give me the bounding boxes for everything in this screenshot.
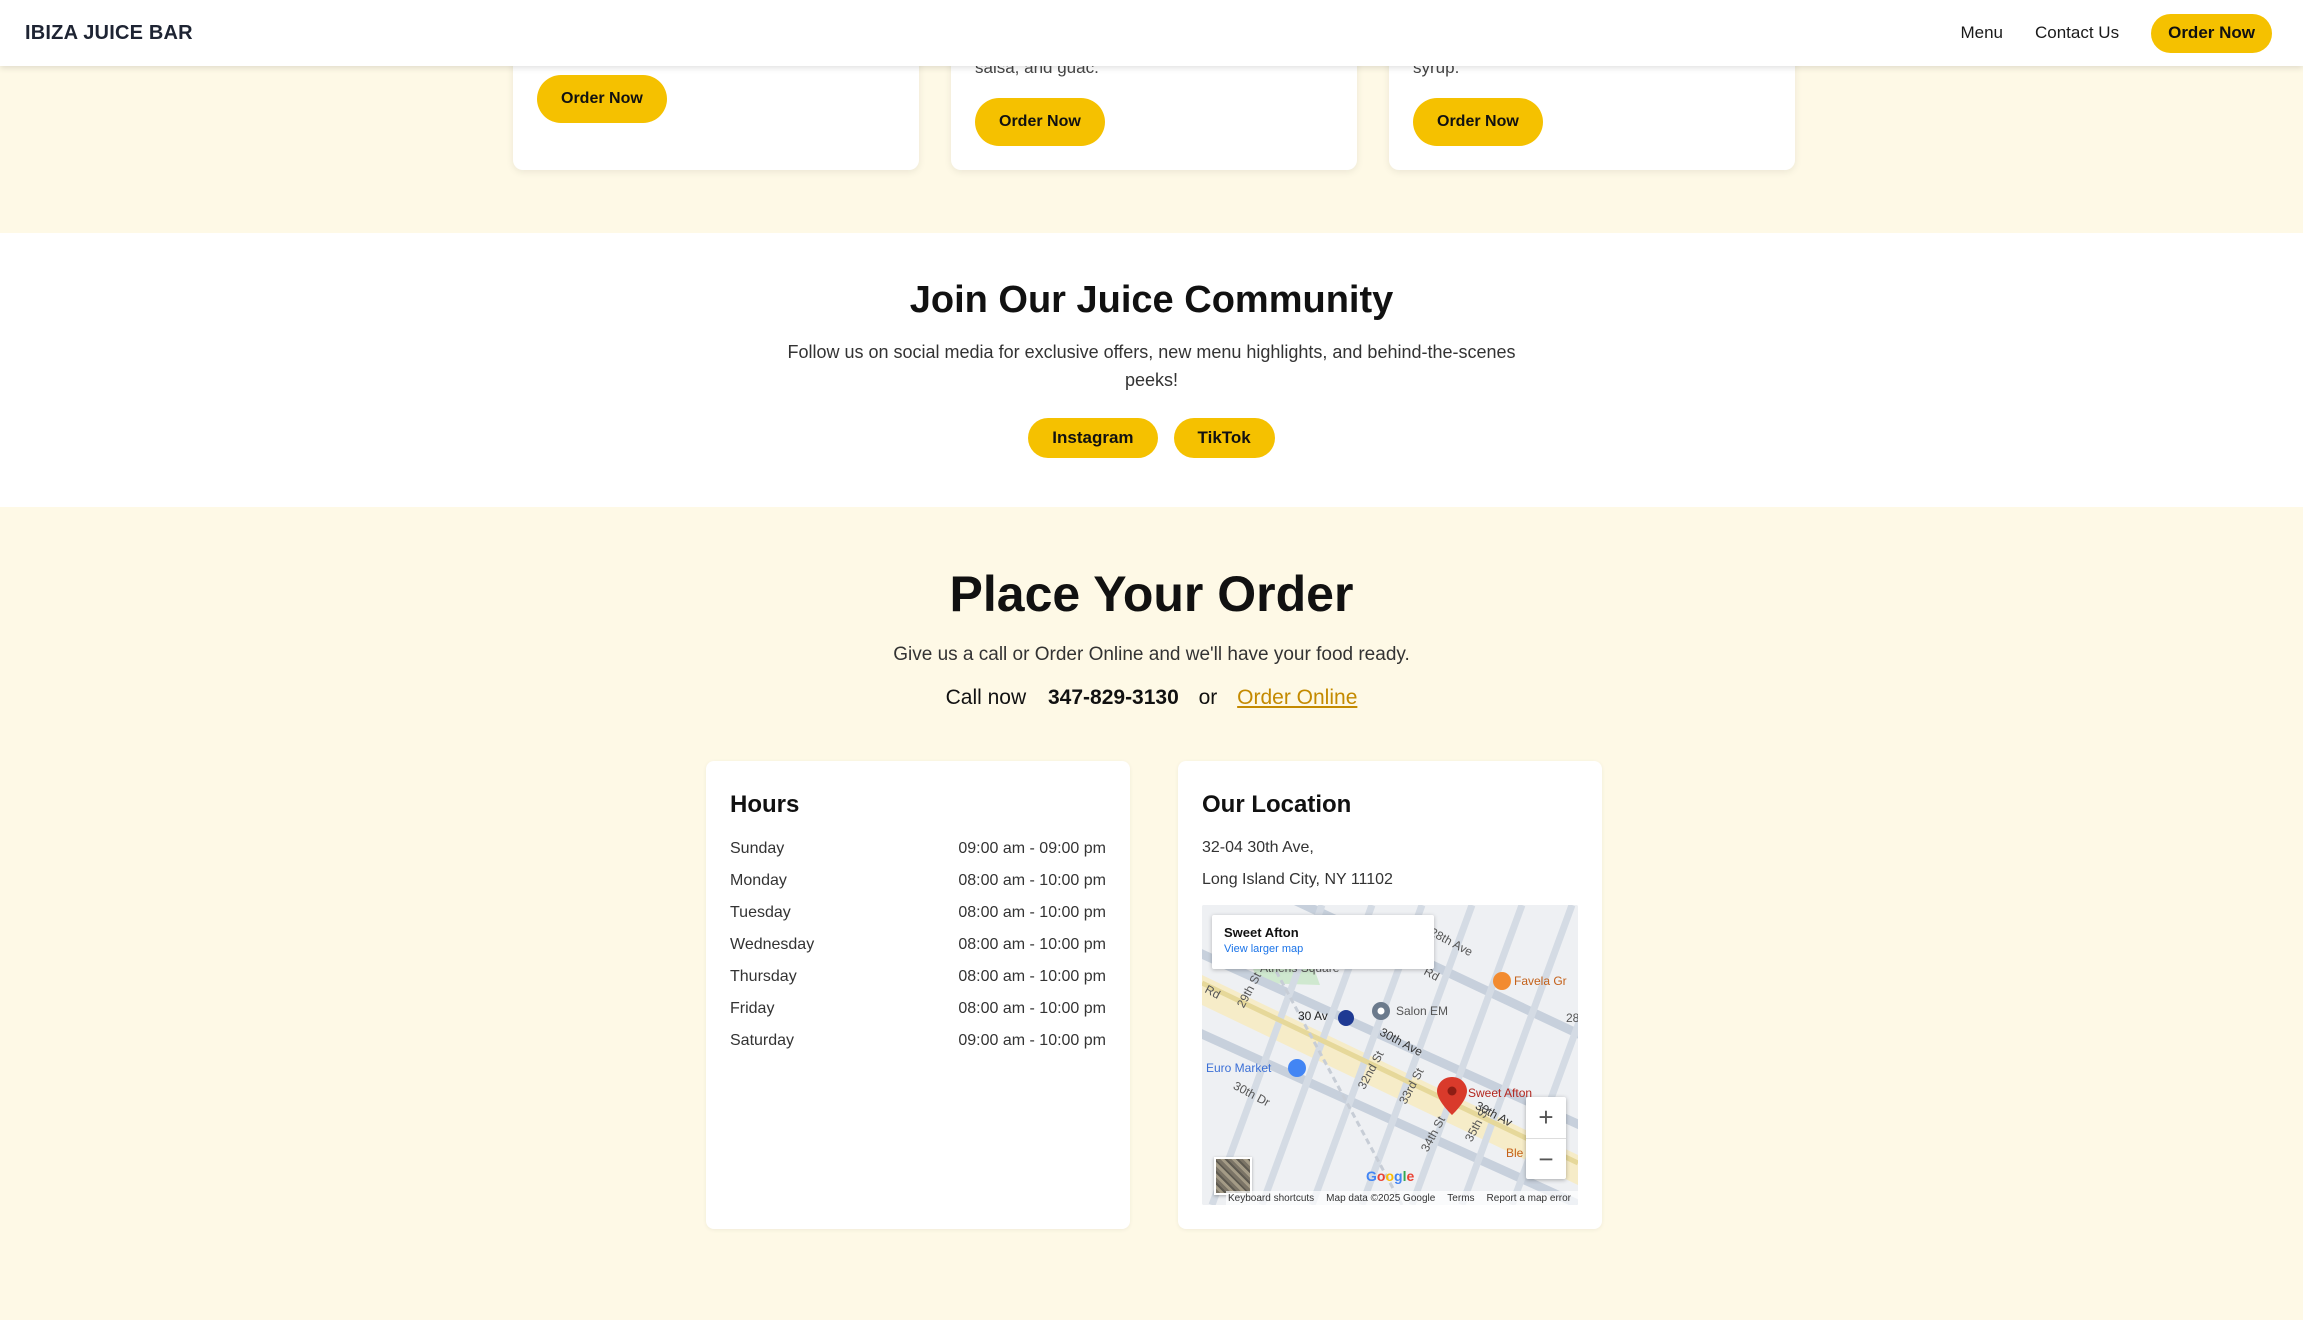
order-subtitle: Give us a call or Order Online and we'll… xyxy=(893,644,1410,665)
hours-row: Thursday 08:00 am - 10:00 pm xyxy=(730,968,1106,1000)
hours-row: Monday 08:00 am - 10:00 pm xyxy=(730,872,1106,904)
map-place-name: Sweet Afton xyxy=(1224,925,1299,940)
zoom-in-button[interactable]: + xyxy=(1526,1097,1566,1138)
view-larger-map-link[interactable]: View larger map xyxy=(1224,943,1422,955)
terms-link[interactable]: Terms xyxy=(1447,1193,1474,1204)
hours-list: Sunday 09:00 am - 09:00 pm Monday 08:00 am… xyxy=(730,840,1106,1064)
hours-time: 09:00 am - 09:00 pm xyxy=(958,840,1106,857)
order-title: Place Your Order xyxy=(949,566,1354,622)
map-zoom-controls: + − xyxy=(1526,1097,1566,1179)
satellite-toggle[interactable] xyxy=(1214,1157,1252,1195)
hours-row: Wednesday 08:00 am - 10:00 pm xyxy=(730,936,1106,968)
map-label-favela: Favela Gr xyxy=(1514,974,1567,988)
hours-time: 08:00 am - 10:00 pm xyxy=(958,968,1106,985)
phone-number[interactable]: 347-829-3130 xyxy=(1048,686,1179,709)
hours-day: Tuesday xyxy=(730,904,791,921)
hours-day: Monday xyxy=(730,872,787,889)
zoom-out-button[interactable]: − xyxy=(1526,1139,1566,1180)
map-label-pin: Sweet Afton xyxy=(1468,1086,1533,1100)
order-section: Place Your Order Give us a call or Order… xyxy=(0,507,2303,1320)
hours-day: Thursday xyxy=(730,968,797,985)
google-logo: Google xyxy=(1366,1168,1415,1184)
community-text: Follow us on social media for exclusive … xyxy=(787,342,1516,390)
tiktok-button[interactable]: TikTok xyxy=(1173,418,1275,458)
hours-row: Saturday 09:00 am - 10:00 pm xyxy=(730,1032,1106,1064)
hours-day: Wednesday xyxy=(730,936,815,953)
report-error-link[interactable]: Report a map error xyxy=(1487,1193,1571,1204)
address-line-1: 32-04 30th Ave, xyxy=(1202,839,1314,856)
hours-row: Friday 08:00 am - 10:00 pm xyxy=(730,1000,1106,1032)
location-title: Our Location xyxy=(1202,791,1352,818)
order-online-link[interactable]: Order Online xyxy=(1237,686,1357,709)
or-text: or xyxy=(1198,686,1218,709)
card-order-button-3[interactable]: Order Now xyxy=(1413,98,1543,146)
community-section: Join Our Juice Community Follow us on so… xyxy=(0,233,2303,507)
hours-day: Friday xyxy=(730,1000,775,1017)
call-label: Call now xyxy=(945,686,1027,709)
hours-panel: Hours Sunday 09:00 am - 09:00 pm Monday 08… xyxy=(706,761,1130,1229)
hours-row: Sunday 09:00 am - 09:00 pm xyxy=(730,840,1106,872)
embedded-map[interactable]: Athens Square 30 Av Salon EM Euro Market… xyxy=(1202,905,1578,1205)
card-order-button-2[interactable]: Order Now xyxy=(975,98,1105,146)
map-label-station: 30 Av xyxy=(1298,1009,1328,1023)
hours-row: Tuesday 08:00 am - 10:00 pm xyxy=(730,904,1106,936)
main-nav: Menu Contact Us Order Now xyxy=(1960,13,2278,53)
page: Order Now salsa, and guac. Order Now syr… xyxy=(0,0,2303,1320)
hours-time: 08:00 am - 10:00 pm xyxy=(958,1000,1106,1017)
community-title: Join Our Juice Community xyxy=(909,279,1394,321)
header-order-button[interactable]: Order Now xyxy=(2151,13,2272,53)
hours-day: Sunday xyxy=(730,840,785,857)
call-line: Call now 347-829-3130 or Order Online xyxy=(0,686,2303,710)
hours-time: 08:00 am - 10:00 pm xyxy=(958,904,1106,921)
location-panel: Our Location 32-04 30th Ave, Long Island… xyxy=(1178,761,1602,1229)
hours-time: 09:00 am - 10:00 pm xyxy=(958,1032,1106,1049)
map-info-card: Sweet Afton View larger map xyxy=(1212,915,1434,969)
hours-day: Saturday xyxy=(730,1032,795,1049)
keyboard-shortcuts-link[interactable]: Keyboard shortcuts xyxy=(1228,1193,1314,1204)
address-line-2: Long Island City, NY 11102 xyxy=(1202,871,1393,888)
instagram-button[interactable]: Instagram xyxy=(1028,418,1158,458)
map-label-ble: Ble xyxy=(1506,1146,1524,1160)
nav-menu-link[interactable]: Menu xyxy=(1960,23,2003,43)
map-footer: Keyboard shortcuts Map data ©2025 Google… xyxy=(1226,1191,1578,1205)
social-buttons: Instagram TikTok xyxy=(0,418,2303,458)
brand-logo[interactable]: IBIZA JUICE BAR xyxy=(25,22,193,45)
map-data-attribution: Map data ©2025 Google xyxy=(1326,1192,1436,1204)
site-header: IBIZA JUICE BAR Menu Contact Us Order No… xyxy=(0,0,2303,66)
hours-time: 08:00 am - 10:00 pm xyxy=(958,872,1106,889)
map-label-28: 28 xyxy=(1566,1011,1578,1025)
hours-title: Hours xyxy=(730,791,800,818)
map-label-salon: Salon EM xyxy=(1396,1004,1449,1018)
hours-time: 08:00 am - 10:00 pm xyxy=(958,936,1106,953)
map-label-euro-market: Euro Market xyxy=(1206,1061,1272,1075)
nav-contact-link[interactable]: Contact Us xyxy=(2035,23,2119,43)
card-order-button-1[interactable]: Order Now xyxy=(537,75,667,123)
